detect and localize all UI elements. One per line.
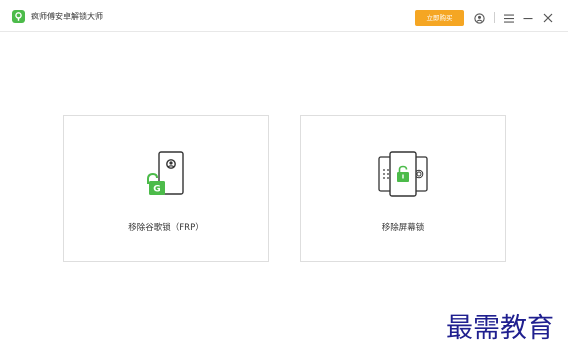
screen-lock-phones-icon [378, 151, 428, 197]
buy-now-button[interactable]: 立即购买 [415, 10, 464, 26]
title-bar-divider [494, 12, 495, 23]
remove-screen-lock-card[interactable]: 移除屏幕锁 [300, 115, 506, 262]
app-title: 疯师傅安卓解锁大师 [31, 12, 103, 21]
remove-google-lock-card[interactable]: G 移除谷歌锁（FRP） [63, 115, 269, 262]
account-icon[interactable] [471, 10, 487, 26]
title-bar: 疯师傅安卓解锁大师 立即购买 [0, 0, 568, 32]
remove-google-lock-label: 移除谷歌锁（FRP） [128, 223, 204, 233]
menu-icon[interactable] [501, 10, 517, 26]
google-lock-phone-icon: G [147, 151, 184, 195]
close-icon[interactable] [540, 10, 556, 26]
watermark-text: 最需教育 [446, 313, 554, 344]
remove-screen-lock-label: 移除屏幕锁 [381, 223, 425, 233]
app-logo-icon [12, 10, 25, 23]
minimize-icon[interactable] [520, 10, 536, 26]
svg-text:G: G [153, 185, 160, 195]
